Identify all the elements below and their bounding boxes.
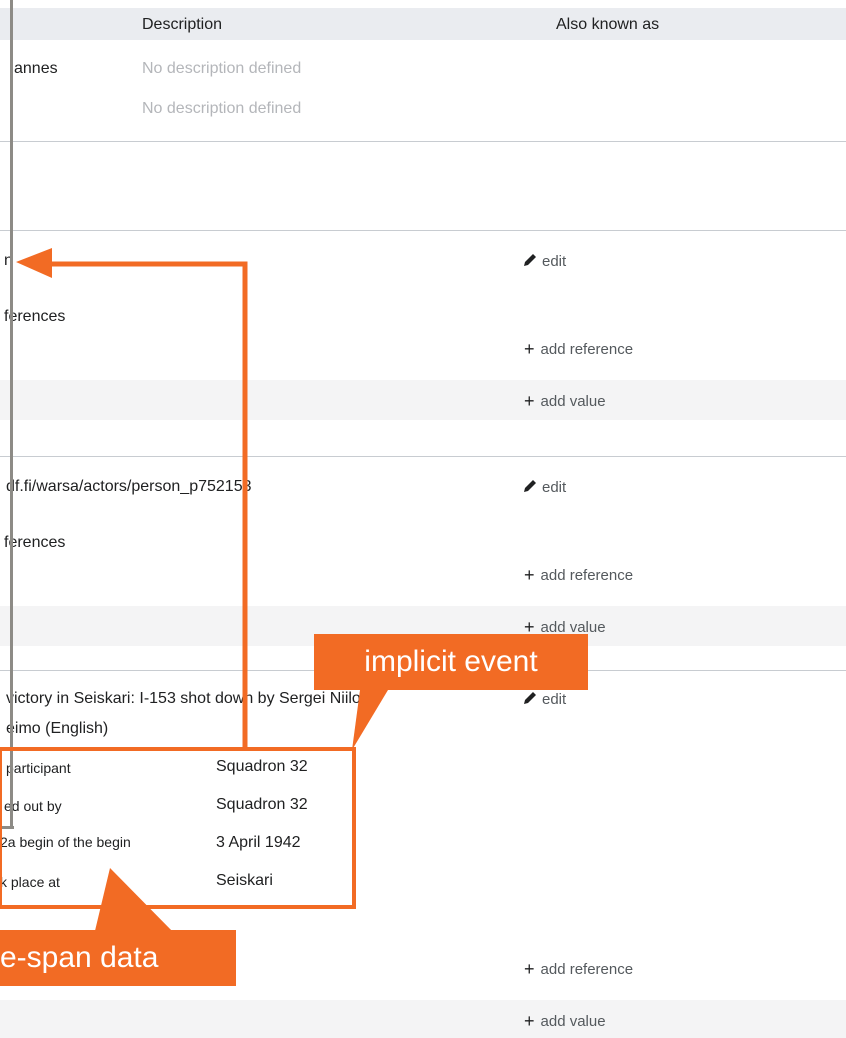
annotation-arrow-line [50,261,248,748]
time-span-pointer [94,868,176,935]
time-span-callout: e-span data [0,930,236,986]
annotation-overlay [0,248,388,935]
implicit-event-callout: implicit event [314,634,588,690]
qualifier-box [0,747,356,909]
annotation-arrow-head [16,248,52,278]
implicit-event-pointer [352,690,388,750]
